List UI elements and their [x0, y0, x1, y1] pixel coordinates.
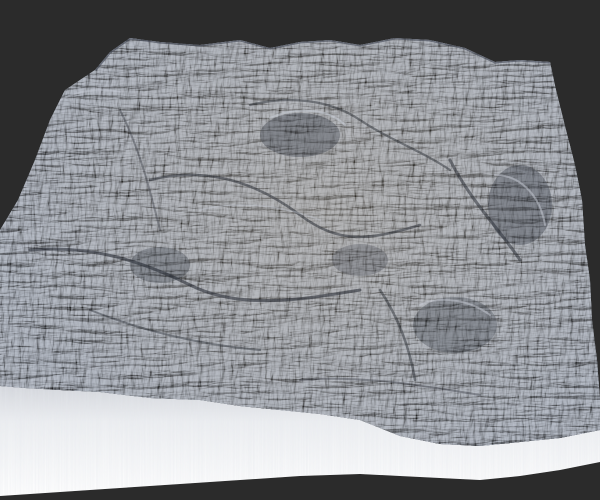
viewport-3d[interactable] [0, 0, 600, 500]
terrain-render [0, 0, 600, 500]
